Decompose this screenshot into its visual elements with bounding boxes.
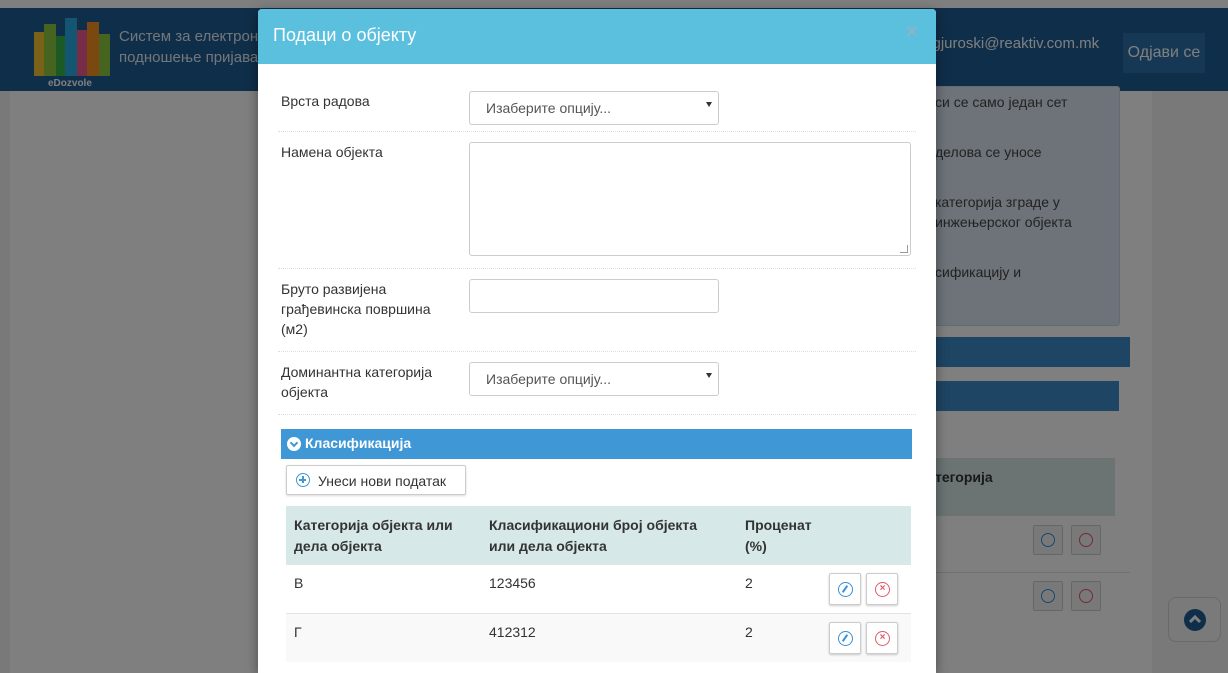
cell-class-number: 412312 (489, 624, 536, 640)
work-type-select[interactable]: Изаберите опцију... (469, 91, 719, 125)
dominant-category-select[interactable]: Изаберите опцију... (469, 362, 719, 396)
cell-percent: 2 (745, 624, 753, 640)
table-row: Г 412312 2 × (286, 613, 911, 662)
add-new-entry-button[interactable]: Унеси нови податак (286, 465, 466, 495)
delete-row-button[interactable]: × (866, 622, 898, 654)
classification-section-title: Класификација (305, 435, 412, 451)
dropdown-arrow-icon (706, 102, 712, 107)
work-type-label: Врста радова (281, 93, 370, 109)
add-circle-icon (296, 473, 310, 487)
modal-title: Подаци о објекту (273, 25, 417, 45)
column-header-percent: Проценат (%) (745, 517, 812, 554)
cell-percent: 2 (745, 575, 753, 591)
delete-icon: × (875, 582, 890, 597)
table-row: В 123456 2 × (286, 564, 911, 613)
delete-row-button[interactable]: × (866, 573, 898, 605)
dropdown-arrow-icon (706, 373, 712, 378)
edit-row-button[interactable] (829, 622, 861, 654)
edit-row-button[interactable] (829, 573, 861, 605)
purpose-textarea[interactable] (469, 142, 911, 256)
gross-area-label: Бруто развијена грађевинска површина (м2… (281, 281, 431, 337)
edit-icon (838, 631, 853, 646)
column-header-class-number: Класификациони број објекта или дела обј… (489, 517, 698, 554)
resize-grip-icon[interactable] (900, 245, 908, 253)
object-data-modal: Подаци о објекту × Врста радова Изаберит… (258, 9, 936, 673)
work-type-value: Изаберите опцију... (486, 100, 612, 116)
column-header-category: Категорија објекта или дела објекта (294, 517, 453, 554)
gross-area-input[interactable] (469, 279, 719, 313)
delete-icon: × (875, 631, 890, 646)
purpose-label: Намена објекта (281, 144, 383, 160)
form-row-work-type: Врста радова Изаберите опцију... (278, 80, 916, 132)
form-row-dominant-category: Доминантна категорија објекта Изаберите … (278, 352, 916, 415)
close-icon[interactable]: × (906, 21, 918, 44)
chevron-down-icon (287, 437, 301, 451)
dominant-category-value: Изаберите опцију... (486, 371, 612, 387)
table-header: Категорија објекта или дела објекта Клас… (286, 506, 911, 564)
cell-category: Г (294, 624, 302, 640)
classification-section-header[interactable]: Класификација (281, 429, 912, 459)
add-new-entry-label: Унеси нови податак (318, 473, 447, 489)
modal-header: Подаци о објекту × (258, 9, 936, 64)
cell-category: В (294, 575, 304, 591)
dominant-category-label: Доминантна категорија објекта (281, 364, 432, 400)
edit-icon (838, 582, 853, 597)
cell-class-number: 123456 (489, 575, 536, 591)
